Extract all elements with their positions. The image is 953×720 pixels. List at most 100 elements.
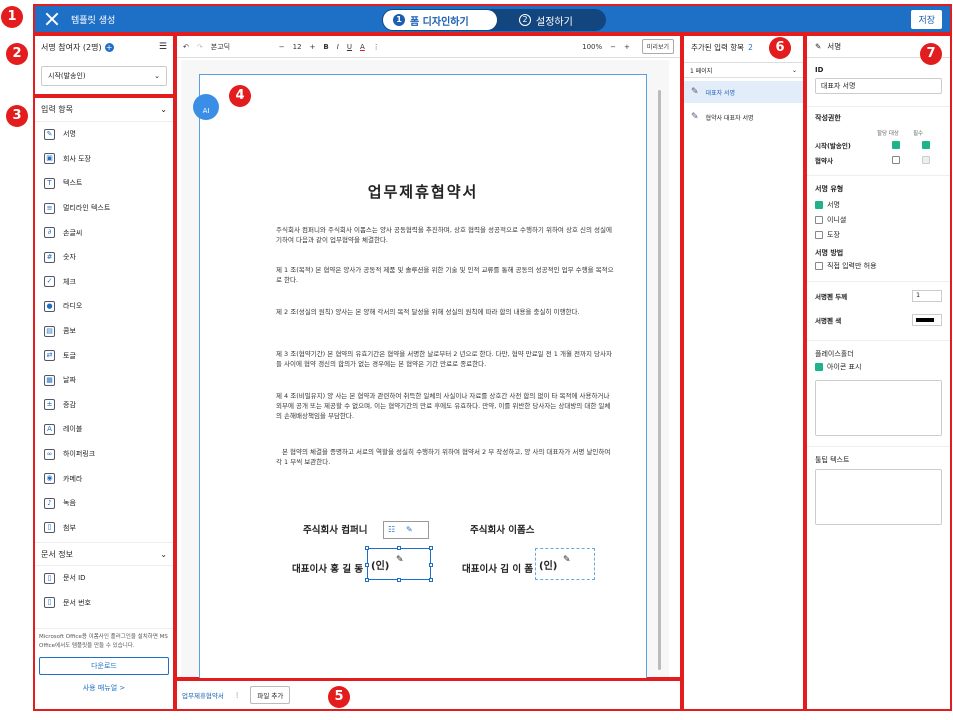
required-checkbox[interactable] — [922, 140, 930, 149]
input-item-11[interactable]: ± 증감 — [35, 393, 173, 418]
input-item-14[interactable]: ◉ 카메라 — [35, 466, 173, 491]
add-file-button[interactable]: 파일 추가 — [250, 686, 291, 704]
id-input[interactable]: 대표자 서명 — [815, 78, 942, 94]
font-size-minus[interactable]: − — [279, 43, 285, 51]
assign-checkbox[interactable] — [892, 155, 900, 164]
field-pen-icon[interactable]: ✎ — [406, 525, 413, 534]
attach-icon: ▯ — [44, 522, 55, 534]
document-page: 업무제휴협약서 주식회사 컴퍼니와 주식회사 이폼스는 양사 공동협력을 추진하… — [199, 74, 647, 678]
italic-icon[interactable]: I — [337, 43, 339, 51]
resize-handle[interactable] — [429, 578, 433, 582]
multiline-icon: ≡ — [44, 202, 55, 214]
font-select[interactable]: 본고딕 — [211, 42, 271, 52]
zoom-value[interactable]: 100% — [582, 43, 602, 51]
props-title: 서명 — [827, 42, 842, 51]
stamp-icon: ▣ — [44, 153, 55, 165]
sign-type-label: 서명 유형 — [815, 185, 844, 193]
bold-icon[interactable]: B — [323, 43, 328, 51]
resize-handle[interactable] — [429, 563, 433, 567]
field-mini-toolbar[interactable]: ☷ ✎ — [383, 521, 429, 539]
resize-handle[interactable] — [365, 578, 369, 582]
font-color-icon[interactable]: A — [360, 43, 365, 51]
type-checkbox[interactable] — [815, 200, 823, 209]
input-item-8[interactable]: ▤ 콤보 — [35, 319, 173, 344]
input-item-1[interactable]: ▣ 회사 도장 — [35, 147, 173, 172]
manual-link[interactable]: 사용 매뉴얼 > — [35, 683, 173, 693]
doc-info-header[interactable]: 문서 정보 ⌄ — [35, 542, 173, 567]
added-item-row[interactable]: ✎ 대표자 서명 — [684, 81, 803, 103]
save-button[interactable]: 저장 — [911, 10, 942, 29]
page-group[interactable]: 1 페이지 ⌄ — [684, 62, 803, 78]
pen-width-input[interactable]: 1 — [912, 290, 942, 302]
document-canvas: 업무제휴협약서 주식회사 컴퍼니와 주식회사 이폼스는 양사 공동협력을 추진하… — [181, 60, 669, 678]
tooltip-textarea[interactable] — [815, 469, 942, 525]
number-icon: # — [44, 251, 55, 263]
underline-icon[interactable]: U — [347, 43, 352, 51]
doc-paragraph: 제 1 조(목적) 본 협약은 양사가 공동적 제품 및 솔루션을 위한 기술 … — [276, 266, 614, 284]
close-icon[interactable] — [45, 12, 59, 26]
chevron-down-icon: ⌄ — [791, 66, 797, 74]
added-items-count: 2 — [748, 42, 753, 52]
preview-button[interactable]: 미리보기 — [641, 39, 674, 54]
method-checkbox[interactable] — [815, 261, 823, 270]
pen-color-label: 서명펜 색 — [815, 317, 842, 325]
font-size-value[interactable]: 12 — [293, 43, 302, 51]
zoom-out-icon[interactable]: − — [610, 43, 616, 51]
font-size-plus[interactable]: + — [310, 43, 316, 51]
participant-select[interactable]: 시작(발송인) ⌄ — [41, 66, 167, 86]
doc-info-item-1[interactable]: ▯ 문서 번호 — [35, 591, 173, 616]
input-item-6[interactable]: ✓ 체크 — [35, 270, 173, 295]
marker-2: 2 — [6, 43, 28, 65]
added-item-row[interactable]: ✎ 협약사 대표자 서명 — [684, 106, 803, 128]
more-icon[interactable]: ⋮ — [373, 43, 380, 51]
input-item-13[interactable]: ∞ 하이퍼링크 — [35, 442, 173, 467]
seal-label: (인) — [371, 561, 390, 572]
editor-toolbar: ↶ ↷ 본고딕 − 12 + B I U A ⋮ 100% − + 미리보기 — [177, 36, 680, 58]
signature-field-2[interactable]: (인) ✎ — [535, 548, 595, 580]
field-settings-icon[interactable]: ☷ — [388, 525, 395, 534]
vertical-scrollbar[interactable] — [658, 90, 661, 670]
type-checkbox[interactable] — [815, 230, 823, 239]
input-items-header[interactable]: 입력 항목 ⌄ — [35, 98, 173, 122]
input-item-2[interactable]: T 텍스트 — [35, 171, 173, 196]
input-item-4[interactable]: ∂ 손글씨 — [35, 220, 173, 245]
doc-info-item-0[interactable]: ▯ 문서 ID — [35, 566, 173, 591]
assign-checkbox[interactable] — [892, 140, 900, 149]
input-item-0[interactable]: ✎ 서명 — [35, 122, 173, 147]
marker-1: 1 — [1, 6, 23, 28]
step-design[interactable]: 1폼 디자인하기 — [383, 10, 497, 30]
input-item-3[interactable]: ≡ 멀티라인 텍스트 — [35, 196, 173, 221]
resize-handle[interactable] — [397, 578, 401, 582]
more-icon[interactable]: ⋮ — [234, 691, 241, 699]
signature-field-1[interactable]: (인) ✎ — [365, 546, 433, 582]
ai-assistant-button[interactable]: AI — [193, 94, 219, 120]
pen-color-picker[interactable] — [912, 314, 942, 326]
redo-icon[interactable]: ↷ — [197, 43, 203, 51]
resize-handle[interactable] — [365, 546, 369, 550]
resize-handle[interactable] — [365, 563, 369, 567]
show-icon-checkbox[interactable] — [815, 362, 823, 371]
list-icon[interactable]: ☰ — [159, 42, 167, 52]
zoom-in-icon[interactable]: + — [624, 43, 630, 51]
input-item-5[interactable]: # 숫자 — [35, 245, 173, 270]
plugin-note: Microsoft Office용 이폼사인 플러그인을 설치하면 MS Off… — [39, 634, 168, 649]
doc-paragraph: 제 3 조(협약기간) 본 협약의 유효기간은 협약을 서명한 날로부터 2 년… — [276, 350, 612, 368]
marker-3: 3 — [6, 105, 28, 127]
input-item-15[interactable]: ♪ 녹음 — [35, 491, 173, 516]
doc-paragraph: 주식회사 컴퍼니와 주식회사 이폼스는 양사 공동협력을 추진하며, 상호 협력… — [276, 226, 612, 244]
resize-handle[interactable] — [397, 546, 401, 550]
input-item-16[interactable]: ▯ 첨부 — [35, 516, 173, 541]
undo-icon[interactable]: ↶ — [183, 43, 189, 51]
calendar-icon: ▦ — [44, 374, 55, 386]
step-settings[interactable]: 2 설정하기 — [509, 10, 583, 30]
input-item-7[interactable]: ● 라디오 — [35, 294, 173, 319]
placeholder-textarea[interactable] — [815, 380, 942, 436]
input-item-10[interactable]: ▦ 날짜 — [35, 368, 173, 393]
add-participant-icon[interactable]: + — [104, 42, 114, 52]
file-tab[interactable]: 업무제휴협약서 — [182, 690, 224, 700]
type-checkbox[interactable] — [815, 215, 823, 224]
input-item-9[interactable]: ⇄ 토글 — [35, 343, 173, 368]
input-item-12[interactable]: A 레이블 — [35, 417, 173, 442]
download-button[interactable]: 다운로드 — [39, 657, 169, 675]
resize-handle[interactable] — [429, 546, 433, 550]
